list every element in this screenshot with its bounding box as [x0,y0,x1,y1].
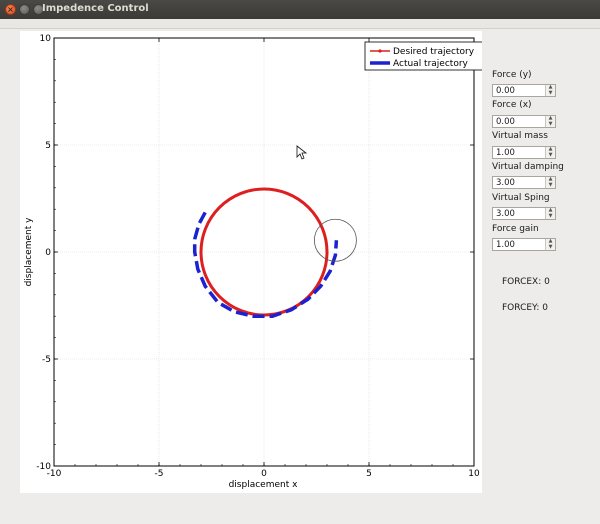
x-tick-label: 5 [366,469,372,479]
legend-desired-marker [378,49,382,53]
trajectory-plot: -10 -5 0 5 101050-5-10 Desired trajectory Ac… [24,34,482,490]
legend: Desired trajectory Actual trajectory [364,41,482,71]
force-gain-label: Force gain [492,224,539,234]
y-tick-label: 0 [45,248,51,258]
virtual-damping-label: Virtual damping [492,162,564,172]
legend-actual-label: Actual trajectory [393,59,469,69]
plot-area[interactable]: -10 -5 0 5 10 10 5 0 -5 -10 Desired trajectory Ac… [20,31,482,493]
force-gain-value: 1.00 [496,240,515,250]
window-titlebar: × Impedence Control [0,0,600,19]
virtual-mass-label: Virtual mass [492,131,548,141]
virtual-damping-value: 3.00 [496,178,515,188]
y-tick-label: 5 [45,141,51,151]
x-tick-label: 0 [261,469,267,479]
forcey-readout: FORCEY: 0 [502,303,548,313]
force-y-spinbox[interactable]: 0.00 ▲ ▼ [492,84,556,97]
y-axis-label: displacement y [24,217,34,287]
virtual-spring-label: Virtual Sping [492,193,550,203]
chevron-down-icon[interactable]: ▼ [546,183,555,188]
x-axis-label: displacement x [229,480,299,490]
legend-desired-label: Desired trajectory [393,47,475,57]
actual-trajectory-line [192,211,339,318]
mouse-cursor-icon [296,145,308,160]
virtual-spring-value: 3.00 [496,209,515,219]
x-tick-label: -5 [155,469,164,479]
force-y-label: Force (y) [492,70,532,80]
chevron-down-icon[interactable]: ▼ [546,91,555,96]
chevron-down-icon[interactable]: ▼ [546,214,555,219]
chevron-down-icon[interactable]: ▼ [546,122,555,127]
y-tick-label: 10 [40,34,52,44]
forcex-readout: FORCEX: 0 [502,277,550,287]
virtual-mass-spinbox[interactable]: 1.00 ▲ ▼ [492,146,556,159]
force-x-label: Force (x) [492,100,532,110]
x-tick-label: 10 [468,469,480,479]
force-gain-spinbox[interactable]: 1.00 ▲ ▼ [492,238,556,251]
close-icon[interactable]: × [5,4,16,15]
virtual-damping-spinbox[interactable]: 3.00 ▲ ▼ [492,176,556,189]
virtual-spring-spinbox[interactable]: 3.00 ▲ ▼ [492,207,556,220]
y-tick-label: -10 [36,462,51,472]
window-title: Impedence Control [42,3,149,14]
menu-strip [0,19,600,29]
minimize-icon[interactable] [19,4,30,15]
y-tick-label: -5 [42,355,51,365]
force-y-value: 0.00 [496,86,515,96]
virtual-mass-value: 1.00 [496,148,515,158]
chevron-down-icon[interactable]: ▼ [546,153,555,158]
force-x-spinbox[interactable]: 0.00 ▲ ▼ [492,115,556,128]
force-x-value: 0.00 [496,117,515,127]
chevron-down-icon[interactable]: ▼ [546,245,555,250]
